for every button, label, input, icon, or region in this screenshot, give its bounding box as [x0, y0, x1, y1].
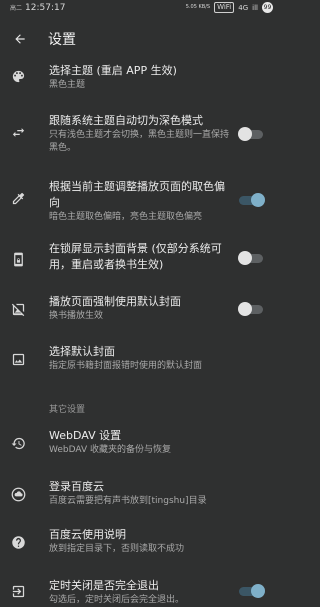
- battery-icon: 99: [262, 2, 273, 13]
- status-time: 12:57:17: [25, 2, 66, 13]
- exit-icon: [10, 583, 26, 599]
- setting-subtitle: 只有浅色主题才会切换，黑色主题则一直保持黑色。: [49, 130, 230, 153]
- setting-follow-system-dark[interactable]: 跟随系统主题自动切为深色模式 只有浅色主题才会切换，黑色主题则一直保持黑色。: [0, 113, 281, 155]
- page-title: 设置: [48, 31, 76, 48]
- signal-icon: ill: [252, 3, 258, 12]
- setting-default-cover[interactable]: 选择默认封面 指定原书籍封面报错时使用的默认封面: [0, 344, 281, 373]
- cloud-icon: [10, 486, 26, 502]
- palette-icon: [10, 68, 26, 84]
- timer-exit-toggle[interactable]: [239, 584, 265, 598]
- setting-subtitle: 放到指定目录下，否则读取不成功: [49, 544, 185, 554]
- setting-timer-exit[interactable]: 定时关闭是否完全退出 勾选后，定时关闭后会完全退出。: [0, 578, 281, 607]
- setting-title: 根据当前主题调整播放页面的取色偏向: [49, 180, 225, 209]
- setting-subtitle: 勾选后，定时关闭后会完全退出。: [49, 595, 185, 605]
- setting-subtitle: 暗色主题取色偏暗，亮色主题取色偏亮: [49, 212, 203, 222]
- history-icon: [10, 435, 26, 451]
- setting-subtitle: 指定原书籍封面报错时使用的默认封面: [49, 361, 203, 371]
- setting-force-default-cover[interactable]: 播放页面强制使用默认封面 换书播放生效: [0, 294, 281, 323]
- setting-subtitle: WebDAV 收藏夹的备份与恢复: [49, 445, 171, 455]
- follow-system-dark-toggle[interactable]: [238, 127, 263, 141]
- phone-lock-icon: [10, 251, 26, 267]
- setting-lockscreen-cover[interactable]: 在锁屏显示封面背景 (仅部分系统可用，重启或者换书生效): [0, 241, 281, 273]
- carrier-text: 高二: [10, 5, 23, 12]
- photo-icon: [10, 351, 26, 367]
- setting-title: 登录百度云: [49, 480, 104, 493]
- swap-arrows-icon: [10, 124, 26, 140]
- force-default-cover-toggle[interactable]: [238, 302, 263, 316]
- setting-webdav[interactable]: WebDAV 设置 WebDAV 收藏夹的备份与恢复: [0, 428, 281, 457]
- lockscreen-cover-toggle[interactable]: [238, 251, 263, 265]
- setting-subtitle: 黑色主题: [49, 80, 86, 90]
- section-header-other: 其它设置: [49, 405, 86, 415]
- setting-title: WebDAV 设置: [49, 429, 122, 442]
- setting-baidu-login[interactable]: 登录百度云 百度云需要把有声书放到[tingshu]目录: [0, 479, 281, 508]
- setting-subtitle: 百度云需要把有声书放到[tingshu]目录: [49, 496, 207, 506]
- setting-baidu-help[interactable]: 百度云使用说明 放到指定目录下，否则读取不成功: [0, 527, 281, 556]
- setting-title: 跟随系统主题自动切为深色模式: [49, 114, 203, 127]
- wifi-icon: WiFi: [214, 2, 235, 13]
- status-bar: 高二 12:57:17 5.05 KB/S WiFi 4G ill 99: [0, 0, 281, 15]
- setting-title: 播放页面强制使用默认封面: [49, 295, 181, 308]
- app-bar: 设置: [0, 15, 281, 62]
- network-speed: 5.05 KB/S: [185, 4, 211, 10]
- setting-title: 选择默认封面: [49, 345, 115, 358]
- setting-theme[interactable]: 选择主题 (重启 APP 生效) 黑色主题: [0, 63, 281, 92]
- color-bias-toggle[interactable]: [239, 193, 265, 207]
- setting-title: 选择主题 (重启 APP 生效): [49, 64, 177, 77]
- setting-subtitle: 换书播放生效: [49, 311, 104, 321]
- setting-title: 在锁屏显示封面背景 (仅部分系统可用，重启或者换书生效): [49, 242, 222, 271]
- no-image-icon: [10, 301, 26, 317]
- help-icon: [10, 534, 26, 550]
- setting-color-bias[interactable]: 根据当前主题调整播放页面的取色偏向 暗色主题取色偏暗，亮色主题取色偏亮: [0, 179, 281, 224]
- eyedropper-icon: [10, 190, 26, 206]
- setting-title: 百度云使用说明: [49, 528, 126, 541]
- back-button[interactable]: [10, 29, 30, 49]
- setting-title: 定时关闭是否完全退出: [49, 579, 159, 592]
- network-type: 4G: [238, 3, 249, 12]
- back-arrow-icon: [15, 33, 25, 44]
